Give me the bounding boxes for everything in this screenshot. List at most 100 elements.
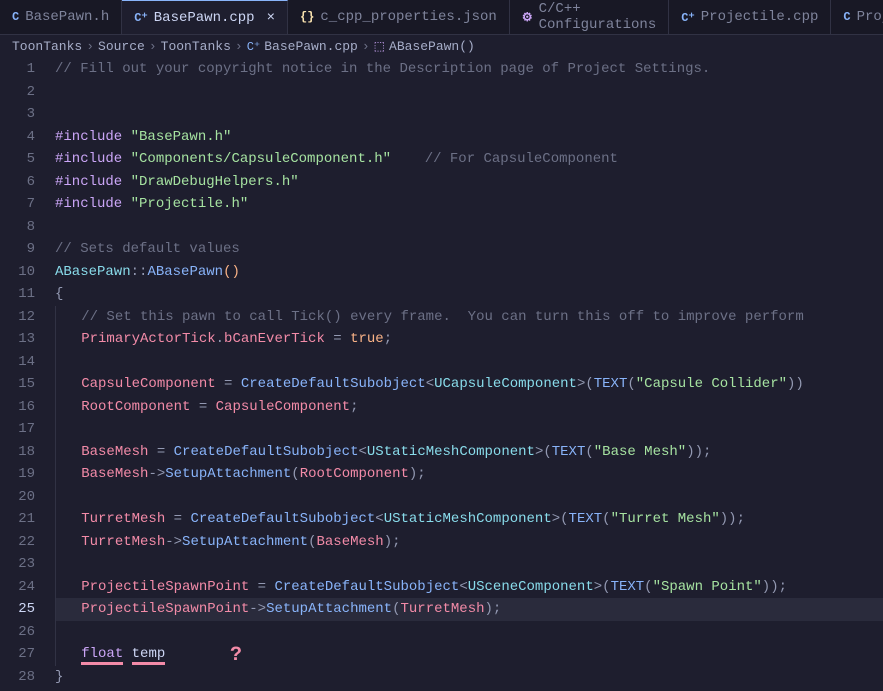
token-class-name: UCapsuleComponent [434, 376, 577, 392]
code-line[interactable]: #include "BasePawn.h" [55, 126, 883, 149]
code-line[interactable]: #include "Projectile.h" [55, 193, 883, 216]
code-line[interactable] [55, 351, 883, 374]
code-line[interactable]: TurretMesh->SetupAttachment(BaseMesh); [55, 531, 883, 554]
line-number: 19 [0, 463, 35, 486]
code-line[interactable]: CapsuleComponent = CreateDefaultSubobjec… [55, 373, 883, 396]
code-line[interactable] [55, 81, 883, 104]
line-number-gutter: 1234567891011121314151617181920212223242… [0, 58, 55, 688]
chevron-right-icon: › [86, 39, 94, 54]
token-macro: TEXT [594, 376, 628, 392]
code-line[interactable]: #include "Components/CapsuleComponent.h"… [55, 148, 883, 171]
token-comment: // For CapsuleComponent [425, 151, 618, 167]
file-type-icon: C⁺ [681, 10, 695, 25]
breadcrumb-folder[interactable]: ToonTanks [161, 39, 231, 54]
token-var: RootComponent [300, 466, 409, 482]
token-func: ABasePawn [147, 264, 223, 280]
token-preprocessor: #include [55, 196, 131, 212]
token-operator: = [216, 376, 241, 392]
code-line[interactable] [55, 103, 883, 126]
code-line[interactable]: TurretMesh = CreateDefaultSubobject<USta… [55, 508, 883, 531]
tab-projectilecpp[interactable]: C⁺Projectile.cpp [669, 0, 831, 34]
indent-guide [55, 598, 56, 621]
token-punct: )); [720, 511, 745, 527]
token-operator: = [165, 511, 190, 527]
token-class-name: ABasePawn [55, 264, 131, 280]
code-line[interactable] [55, 553, 883, 576]
code-line[interactable]: PrimaryActorTick.bCanEverTick = true; [55, 328, 883, 351]
token-punct: :: [131, 264, 148, 280]
token-string: "Projectile.h" [131, 196, 249, 212]
indent-guide [55, 328, 56, 351]
token-preprocessor: #include [55, 174, 131, 190]
line-number: 24 [0, 576, 35, 599]
token-string: "Base Mesh" [594, 444, 686, 460]
code-line[interactable]: BaseMesh->SetupAttachment(RootComponent)… [55, 463, 883, 486]
breadcrumb[interactable]: ToonTanks › Source › ToonTanks › C⁺ Base… [0, 35, 883, 58]
indent-guide [55, 576, 56, 599]
file-type-icon: C⁺ [134, 10, 148, 25]
chevron-right-icon: › [235, 39, 243, 54]
token-func: CreateDefaultSubobject [274, 579, 459, 595]
token-class-name: UStaticMeshComponent [384, 511, 552, 527]
token-punct: >( [535, 444, 552, 460]
code-line[interactable]: { [55, 283, 883, 306]
code-line[interactable]: // Sets default values [55, 238, 883, 261]
line-number: 14 [0, 351, 35, 374]
code-line[interactable]: ProjectileSpawnPoint = CreateDefaultSubo… [55, 576, 883, 599]
code-line[interactable] [55, 621, 883, 644]
code-line[interactable]: #include "DrawDebugHelpers.h" [55, 171, 883, 194]
code-line[interactable]: ABasePawn::ABasePawn() [55, 261, 883, 284]
line-number: 16 [0, 396, 35, 419]
token-var: BaseMesh [81, 466, 148, 482]
line-number: 12 [0, 306, 35, 329]
token-punct: ( [585, 444, 593, 460]
token-punct: < [359, 444, 367, 460]
token-preprocessor: #include [55, 129, 131, 145]
breadcrumb-folder[interactable]: Source [98, 39, 145, 54]
code-editor[interactable]: 1234567891011121314151617181920212223242… [0, 58, 883, 688]
tab-basepawncpp[interactable]: C⁺BasePawn.cpp× [122, 0, 288, 34]
breadcrumb-symbol[interactable]: ABasePawn() [389, 39, 475, 54]
breadcrumb-folder[interactable]: ToonTanks [12, 39, 82, 54]
token-var: RootComponent [81, 399, 190, 415]
token-var: BaseMesh [81, 444, 148, 460]
token-punct: { [55, 286, 63, 302]
token-operator: = [325, 331, 350, 347]
tab-ccpppropertiesjson[interactable]: {}c_cpp_properties.json [288, 0, 510, 34]
breadcrumb-file[interactable]: BasePawn.cpp [264, 39, 358, 54]
close-icon[interactable]: × [267, 10, 275, 26]
chevron-right-icon: › [149, 39, 157, 54]
token-func: CreateDefaultSubobject [174, 444, 359, 460]
code-line[interactable] [55, 486, 883, 509]
code-line[interactable]: // Set this pawn to call Tick() every fr… [55, 306, 883, 329]
token-comment: // Fill out your copyright notice in the… [55, 61, 710, 77]
indent-guide [55, 486, 56, 509]
chevron-right-icon: › [362, 39, 370, 54]
file-type-icon: {} [300, 10, 314, 24]
code-content[interactable]: ? // Fill out your copyright notice in t… [55, 58, 883, 688]
token-comment: // Sets default values [55, 241, 240, 257]
tab-projectile[interactable]: CProjectile. [831, 0, 883, 34]
token-punct: ( [291, 466, 299, 482]
line-number: 4 [0, 126, 35, 149]
code-line[interactable]: // Fill out your copyright notice in the… [55, 58, 883, 81]
token-var: PrimaryActorTick [81, 331, 215, 347]
code-line[interactable]: ProjectileSpawnPoint->SetupAttachment(Tu… [55, 598, 883, 621]
tab-ccconfigurations[interactable]: ⚙C/C++ Configurations [510, 0, 669, 34]
code-line[interactable]: RootComponent = CapsuleComponent; [55, 396, 883, 419]
tab-basepawnh[interactable]: CBasePawn.h [0, 0, 122, 34]
tab-label: C/C++ Configurations [539, 1, 657, 33]
code-line[interactable]: float temp [55, 643, 883, 666]
line-number: 21 [0, 508, 35, 531]
token-text [123, 646, 131, 662]
code-line[interactable] [55, 216, 883, 239]
token-prop: temp [132, 646, 166, 665]
code-line[interactable]: BaseMesh = CreateDefaultSubobject<UStati… [55, 441, 883, 464]
code-line[interactable]: } [55, 666, 883, 689]
token-literal: () [223, 264, 240, 280]
indent-guide [55, 441, 56, 464]
file-type-icon: C [843, 10, 850, 24]
code-line[interactable] [55, 418, 883, 441]
indent-guide [55, 351, 56, 374]
line-number: 9 [0, 238, 35, 261]
